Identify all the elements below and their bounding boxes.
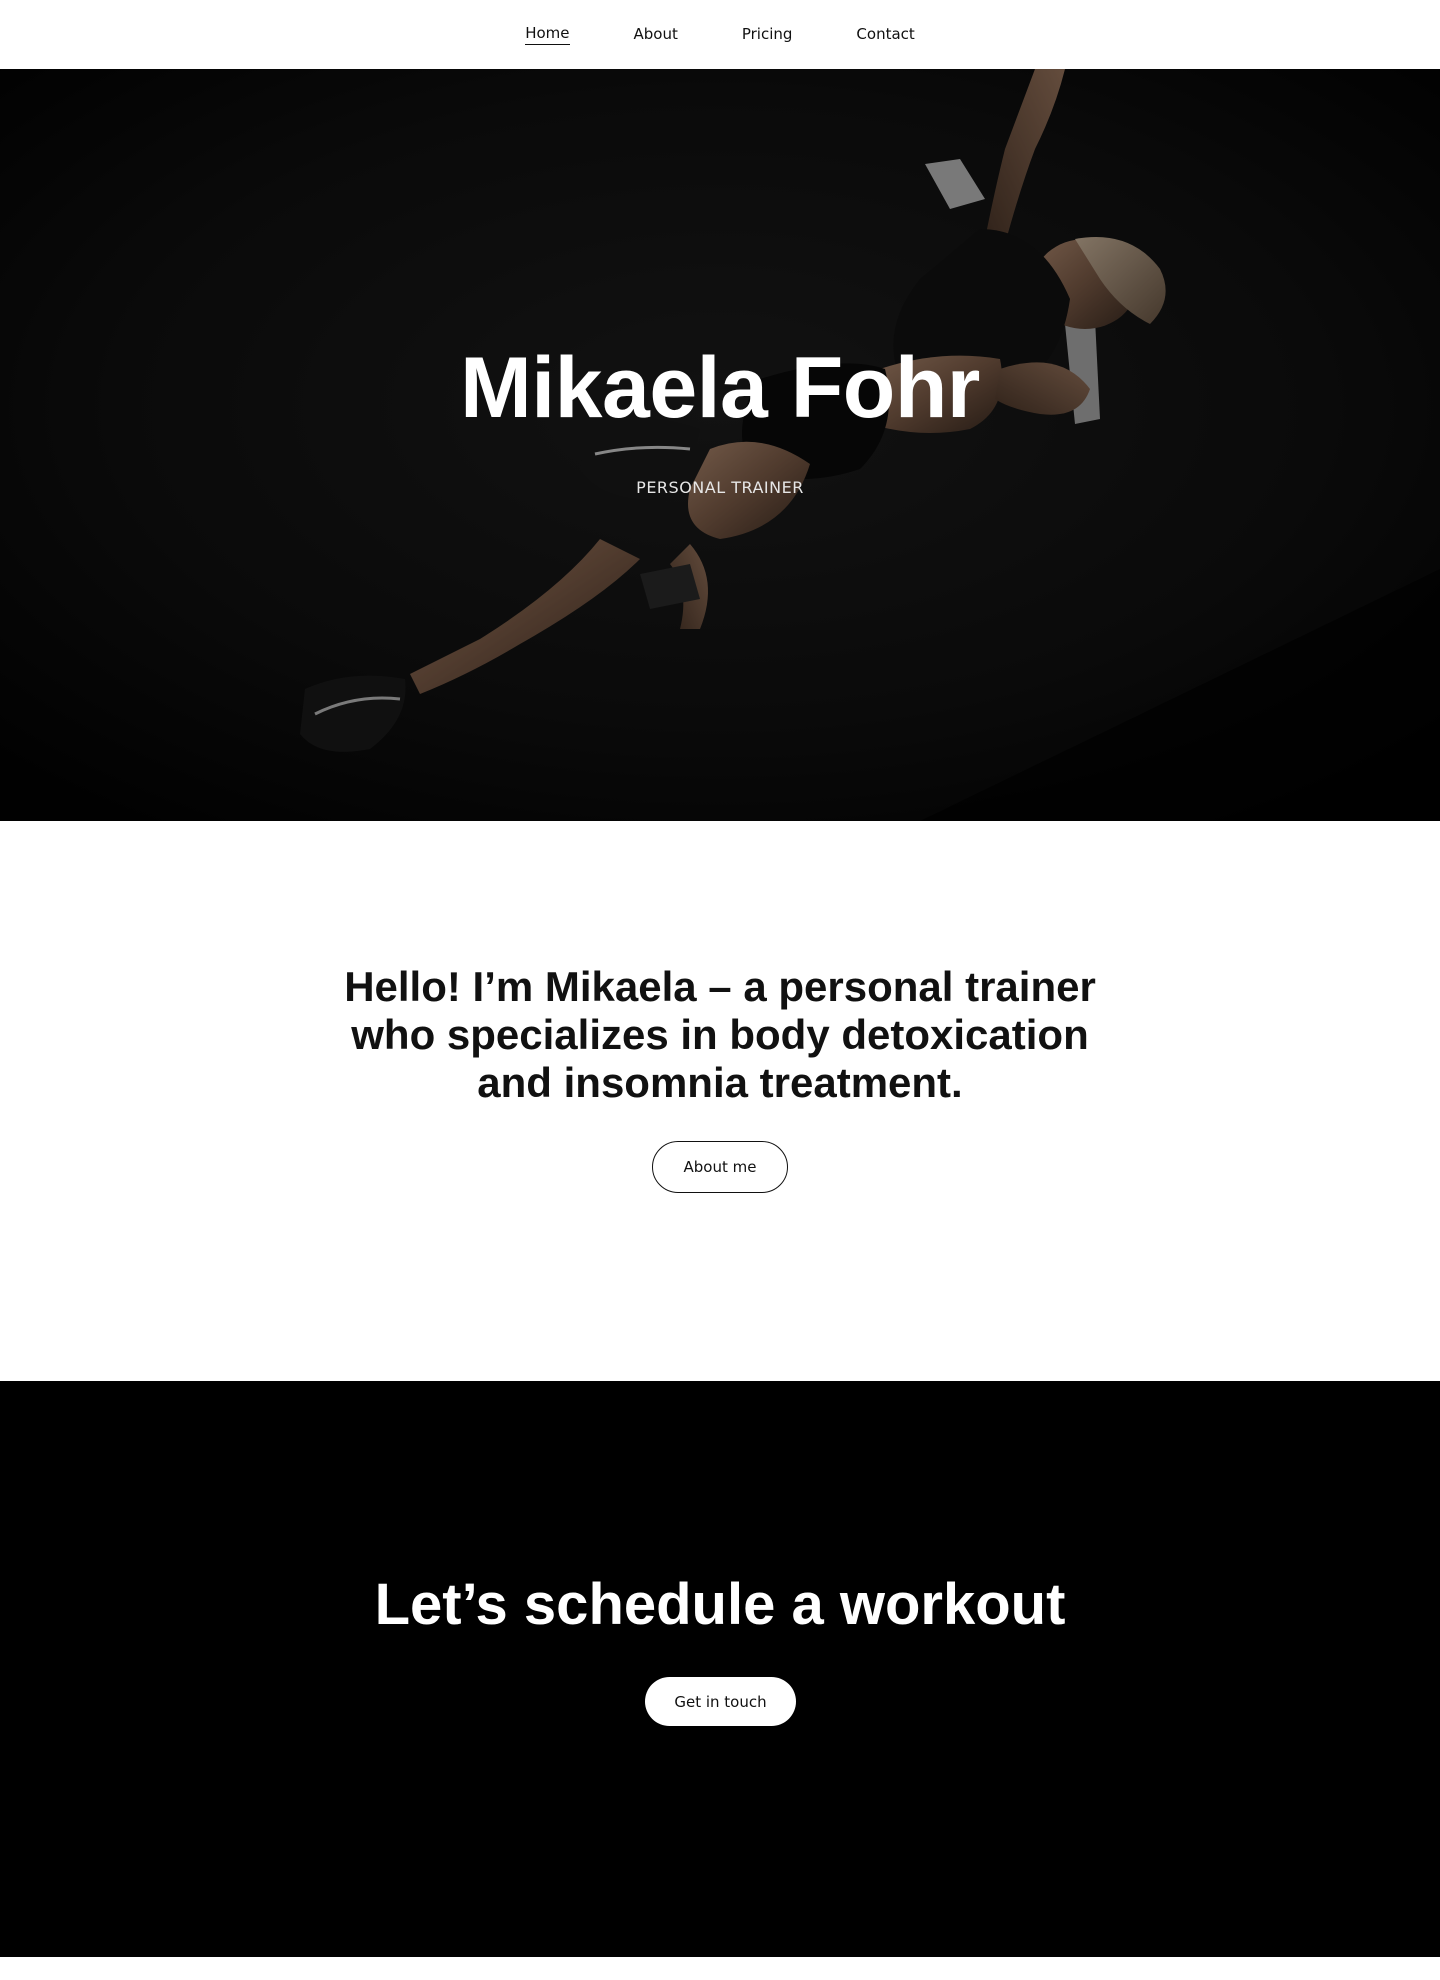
about-me-button[interactable]: About me [652,1141,788,1193]
page-bottom-strip [0,1957,1440,1980]
nav-link-pricing[interactable]: Pricing [742,25,793,45]
top-navigation: Home About Pricing Contact [0,0,1440,69]
cta-heading: Let’s schedule a workout [374,1572,1066,1637]
nav-link-about[interactable]: About [634,25,678,45]
hero-section: Mikaela Fohr PERSONAL TRAINER [0,69,1440,821]
hero-title: Mikaela Fohr [460,340,980,436]
hero-photo [0,69,1440,821]
intro-section: Hello! I’m Mikaela – a personal trainer … [0,821,1440,1381]
get-in-touch-button[interactable]: Get in touch [645,1677,796,1726]
nav-link-contact[interactable]: Contact [856,25,914,45]
nav-link-home[interactable]: Home [525,24,570,45]
cta-section: Let’s schedule a workout Get in touch [0,1381,1440,1957]
intro-heading: Hello! I’m Mikaela – a personal trainer … [344,963,1096,1106]
hero-subtitle: PERSONAL TRAINER [636,478,804,497]
